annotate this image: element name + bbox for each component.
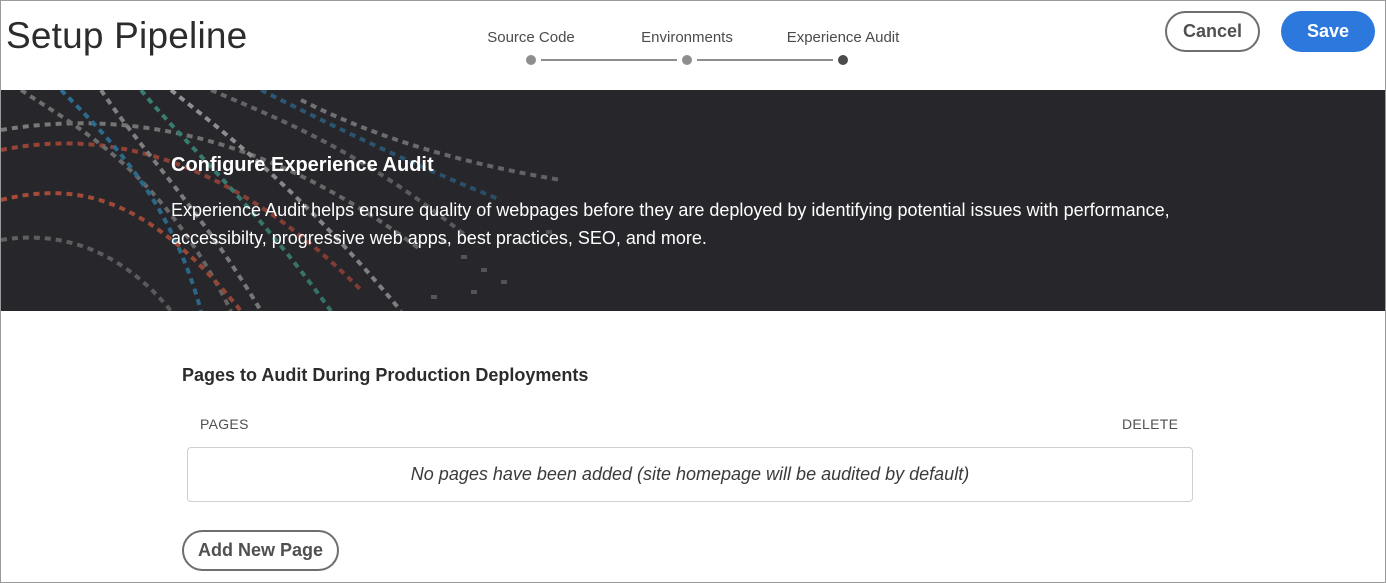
save-button[interactable]: Save xyxy=(1281,11,1375,52)
page-title: Setup Pipeline xyxy=(6,15,248,56)
step-source-code-label: Source Code xyxy=(487,29,575,46)
step-environments-label: Environments xyxy=(641,29,733,46)
step-connector xyxy=(697,59,833,61)
hero-title: Configure Experience Audit xyxy=(171,154,434,176)
step-connector xyxy=(541,59,677,61)
pages-column-header: PAGES xyxy=(200,416,249,432)
delete-column-header: DELETE xyxy=(1122,416,1179,432)
hero-description: Experience Audit helps ensure quality of… xyxy=(171,200,1170,248)
step-source-code-dot xyxy=(526,55,536,65)
step-experience-audit-label: Experience Audit xyxy=(786,29,900,46)
add-new-page-button[interactable]: Add New Page xyxy=(182,530,339,571)
cancel-button[interactable]: Cancel xyxy=(1165,11,1260,52)
app-frame: Setup Pipeline Source Code Environments … xyxy=(0,0,1386,583)
hero-banner: Configure Experience Audit Experience Au… xyxy=(1,90,1385,311)
page-header: Setup Pipeline Source Code Environments … xyxy=(1,1,1385,90)
audit-pages-table: No pages have been added (site homepage … xyxy=(187,447,1193,502)
step-environments-dot xyxy=(682,55,692,65)
audit-pages-section-title: Pages to Audit During Production Deploym… xyxy=(182,365,589,385)
empty-state-message: No pages have been added (site homepage … xyxy=(410,464,970,484)
step-experience-audit-dot xyxy=(838,55,848,65)
pipeline-stepper: Source Code Environments Experience Audi… xyxy=(471,25,921,75)
